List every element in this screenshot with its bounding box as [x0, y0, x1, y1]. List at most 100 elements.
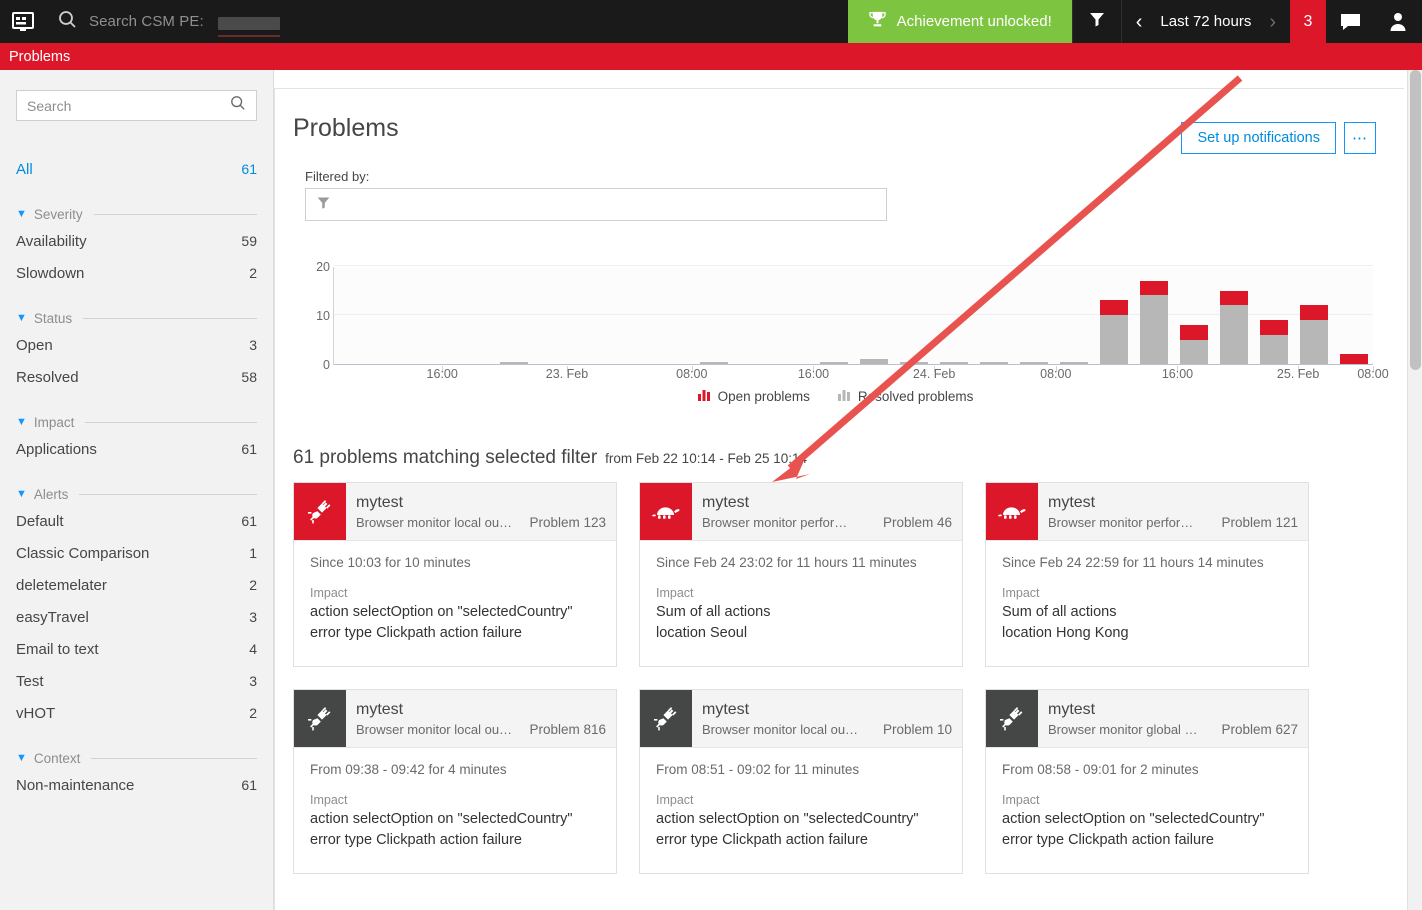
impact-line: action selectOption on "selectedCountry" — [310, 811, 573, 828]
bar-segment-open — [1179, 324, 1209, 340]
chat-icon[interactable] — [1326, 0, 1374, 43]
chart-bar[interactable] — [979, 361, 1009, 364]
timerange-selector[interactable]: ‹ Last 72 hours › — [1120, 0, 1290, 43]
sidebar-item-count: 61 — [241, 777, 257, 793]
bar-segment-open — [1299, 305, 1329, 320]
problem-card[interactable]: mytest Browser monitor global … Problem 62… — [985, 689, 1309, 875]
sidebar-item-email-to-text[interactable]: Email to text 4 — [16, 633, 257, 665]
bar-segment-open — [1339, 354, 1369, 364]
global-filter-button[interactable] — [1071, 0, 1121, 43]
sidebar-item-resolved[interactable]: Resolved 58 — [16, 361, 257, 393]
chart-bar[interactable] — [1099, 300, 1129, 364]
bar-segment-open — [1259, 319, 1289, 335]
problem-card-header: mytest Browser monitor local ou… Problem 1… — [294, 483, 616, 541]
results-heading: 61 problems matching selected filter fro… — [293, 447, 807, 469]
sidebar-group-label: Severity — [33, 207, 83, 222]
sidebar-search[interactable] — [16, 90, 257, 121]
problem-title: mytest — [356, 494, 404, 512]
achievement-banner[interactable]: Achievement unlocked! — [847, 0, 1072, 43]
sidebar-group-label: Alerts — [33, 487, 69, 502]
problem-card[interactable]: mytest Browser monitor local ou… Problem 1… — [639, 689, 963, 875]
divider — [79, 494, 257, 495]
chart-bar[interactable] — [859, 359, 889, 364]
impact-label: Impact — [310, 793, 348, 808]
sidebar-item-count: 2 — [249, 265, 257, 281]
problem-card-body: Since Feb 24 22:59 for 11 hours 14 minut… — [986, 541, 1308, 666]
scrollbar-thumb[interactable] — [1410, 70, 1421, 370]
sidebar-item-open[interactable]: Open 3 — [16, 329, 257, 361]
bar-segment-open — [1099, 300, 1129, 315]
problem-timeframe: From 08:58 - 09:01 for 2 minutes — [1002, 762, 1199, 778]
sidebar-group-alerts[interactable]: ▼ Alerts — [16, 487, 257, 502]
chart-bar[interactable] — [1339, 354, 1369, 364]
chevron-left-icon[interactable]: ‹ — [1122, 12, 1157, 32]
search-placeholder-text: Search CSM PE: — [89, 13, 204, 30]
sidebar-item-applications[interactable]: Applications 61 — [16, 433, 257, 465]
chart-bar[interactable] — [1259, 319, 1289, 364]
global-search[interactable]: Search CSM PE: — [46, 0, 848, 43]
sidebar-item-vhot[interactable]: vHOT 2 — [16, 697, 257, 729]
problem-card[interactable]: mytest Browser monitor perfor… Problem 46 S… — [639, 482, 963, 668]
bar-chart-icon — [837, 389, 852, 404]
chart-bar[interactable] — [1019, 361, 1049, 364]
bar-segment-resolved — [1219, 305, 1249, 364]
problem-card-heading: mytest Browser monitor perfor… Problem 121 — [1038, 483, 1308, 540]
bar-segment-resolved — [1299, 319, 1329, 364]
problem-card[interactable]: mytest Browser monitor perfor… Problem 121… — [985, 482, 1309, 668]
impact-label: Impact — [656, 586, 694, 600]
sidebar-item-count: 3 — [249, 337, 257, 353]
problem-id: Problem 627 — [1221, 721, 1298, 737]
impact-line: Sum of all actions — [656, 604, 771, 620]
problem-card-header: mytest Browser monitor perfor… Problem 121 — [986, 483, 1308, 541]
problem-count-badge[interactable]: 3 — [1290, 0, 1326, 43]
user-icon[interactable] — [1374, 0, 1422, 43]
filter-input[interactable] — [305, 188, 887, 221]
sidebar-group-severity[interactable]: ▼ Severity — [16, 207, 257, 222]
chart-bar[interactable] — [939, 361, 969, 364]
main-scrollbar[interactable] — [1407, 70, 1422, 910]
chart-bar[interactable] — [1179, 324, 1209, 364]
sidebar-item-easytravel[interactable]: easyTravel 3 — [16, 601, 257, 633]
impact-line: error type Clickpath action failure — [1002, 832, 1214, 849]
problems-panel: Problems Set up notifications ⋯ Filtered… — [274, 88, 1404, 910]
chart-bar[interactable] — [1299, 305, 1329, 364]
chart-bar[interactable] — [1219, 290, 1249, 365]
sidebar-item-label: Resolved — [16, 368, 79, 386]
bar-segment-resolved — [1099, 315, 1129, 364]
chart-bar[interactable] — [819, 361, 849, 364]
problem-card-header: mytest Browser monitor global … Problem 62… — [986, 690, 1308, 749]
sidebar-item-slowdown[interactable]: Slowdown 2 — [16, 257, 257, 289]
problem-id: Problem 10 — [882, 721, 952, 737]
chart-bar[interactable] — [499, 361, 529, 364]
sidebar-group-impact[interactable]: ▼ Impact — [16, 415, 257, 430]
sidebar-item-test[interactable]: Test 3 — [16, 665, 257, 697]
problem-entity: Browser monitor local ou… — [356, 721, 513, 737]
sidebar-item-non-maintenance[interactable]: Non-maintenance 61 — [16, 769, 257, 801]
search-input[interactable] — [27, 97, 230, 114]
sidebar-item-deletemelater[interactable]: deletemelater 2 — [16, 569, 257, 601]
sidebar-item-classic-comparison[interactable]: Classic Comparison 1 — [16, 537, 257, 569]
legend-item[interactable]: Resolved problems — [837, 389, 973, 404]
chart-bar[interactable] — [899, 361, 929, 364]
sidebar-item-all[interactable]: All 61 — [16, 153, 257, 185]
filtered-by-label: Filtered by: — [305, 169, 370, 184]
impact-line: action selectOption on "selectedCountry" — [1002, 811, 1265, 828]
sidebar-group-status[interactable]: ▼ Status — [16, 311, 257, 326]
sidebar-item-availability[interactable]: Availability 59 — [16, 225, 257, 257]
divider — [83, 318, 257, 319]
chart-bar[interactable] — [1059, 361, 1089, 364]
dynatrace-grid-icon[interactable] — [0, 0, 46, 43]
chevron-down-icon: ▼ — [16, 208, 27, 220]
legend-item[interactable]: Open problems — [697, 389, 810, 404]
sidebar-group-context[interactable]: ▼ Context — [16, 751, 257, 766]
chevron-right-icon[interactable]: › — [1255, 12, 1290, 32]
setup-notifications-button[interactable]: Set up notifications — [1181, 122, 1336, 154]
problem-title: mytest — [1048, 701, 1096, 719]
sidebar-item-default[interactable]: Default 61 — [16, 505, 257, 537]
chart-bar[interactable] — [699, 361, 729, 364]
problem-card[interactable]: mytest Browser monitor local ou… Problem 8… — [293, 689, 617, 875]
problems-timeline-chart[interactable]: 0 10 20 16:00 23. Feb 08:00 16:00 24. Feb 08:00… — [293, 260, 1389, 412]
chart-bar[interactable] — [1139, 280, 1169, 364]
problem-card[interactable]: mytest Browser monitor local ou… Problem 1… — [293, 482, 617, 668]
more-options-button[interactable]: ⋯ — [1344, 122, 1376, 154]
